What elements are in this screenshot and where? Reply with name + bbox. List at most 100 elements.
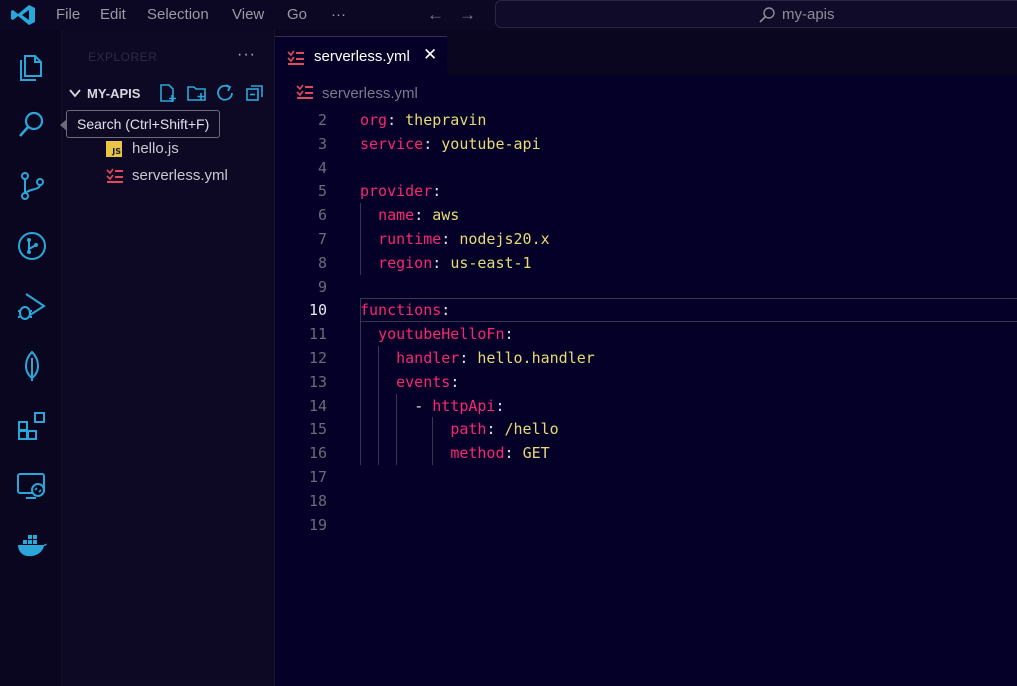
yaml-file-icon bbox=[287, 50, 304, 65]
line-number: 16 bbox=[308, 444, 327, 463]
tab-serverless-yml[interactable]: serverless.yml ✕ bbox=[275, 36, 447, 75]
line-content: region: us-east-1 bbox=[378, 253, 532, 272]
code-line[interactable]: 7 runtime: nodejs20.x bbox=[275, 227, 1017, 251]
line-number: 8 bbox=[317, 253, 327, 272]
menu-view[interactable]: View bbox=[232, 6, 264, 23]
js-file-icon: JS bbox=[106, 141, 122, 157]
line-number: 10 bbox=[308, 301, 327, 320]
line-content: path: /hello bbox=[450, 420, 559, 439]
indent-guide bbox=[396, 393, 398, 465]
docker-icon[interactable] bbox=[16, 530, 48, 562]
line-number: 13 bbox=[308, 372, 327, 391]
line-number: 19 bbox=[308, 515, 327, 534]
line-number: 18 bbox=[308, 491, 327, 510]
line-content: functions: bbox=[360, 301, 451, 320]
refresh-icon[interactable] bbox=[215, 83, 237, 103]
code-line[interactable]: 8 region: us-east-1 bbox=[275, 251, 1017, 275]
menu-selection[interactable]: Selection bbox=[147, 6, 209, 23]
file-label: hello.js bbox=[132, 140, 179, 157]
sidebar-more-button[interactable]: ··· bbox=[237, 46, 256, 64]
file-item-hello-js[interactable]: JS hello.js bbox=[62, 136, 275, 162]
line-number: 9 bbox=[317, 277, 327, 296]
code-line[interactable]: 16 method: GET bbox=[275, 441, 1017, 465]
collapse-all-icon[interactable] bbox=[244, 83, 266, 103]
extensions-icon[interactable] bbox=[16, 410, 48, 442]
indent-guide bbox=[360, 322, 361, 465]
command-center[interactable]: my-apis bbox=[495, 0, 1017, 28]
code-line[interactable]: 3 service: youtube-api bbox=[275, 132, 1017, 156]
editor-area: serverless.yml ✕ serverless.yml 2 org: th… bbox=[275, 30, 1017, 686]
folder-header[interactable]: MY-APIS bbox=[62, 80, 275, 106]
code-line[interactable]: 12 handler: hello.handler bbox=[275, 346, 1017, 370]
code-line[interactable]: 17 bbox=[275, 465, 1017, 489]
file-label: serverless.yml bbox=[132, 167, 228, 184]
remote-explorer-icon[interactable] bbox=[16, 470, 48, 502]
line-number: 14 bbox=[308, 396, 327, 415]
chevron-down-icon bbox=[69, 89, 81, 98]
line-number: 17 bbox=[308, 468, 327, 486]
line-content: handler: hello.handler bbox=[396, 349, 595, 367]
line-number: 6 bbox=[317, 206, 327, 225]
breadcrumb: serverless.yml bbox=[275, 82, 1017, 104]
line-number: 11 bbox=[308, 325, 327, 344]
line-content: service: youtube-api bbox=[360, 134, 541, 153]
code-line[interactable]: 13 events: bbox=[275, 370, 1017, 394]
line-number: 4 bbox=[317, 158, 327, 177]
search-icon bbox=[759, 7, 775, 23]
line-content: runtime: nodejs20.x bbox=[378, 230, 550, 248]
menu-file[interactable]: File bbox=[56, 6, 80, 23]
indent-guide bbox=[378, 346, 380, 465]
line-content: youtubeHelloFn: bbox=[378, 325, 514, 344]
code-line[interactable]: 19 bbox=[275, 513, 1017, 537]
command-center-label: my-apis bbox=[782, 6, 835, 23]
menu-edit[interactable]: Edit bbox=[100, 6, 126, 23]
indent-guide bbox=[432, 417, 434, 465]
line-content: provider: bbox=[360, 182, 442, 201]
tab-bar: serverless.yml ✕ bbox=[275, 30, 1017, 75]
line-number: 2 bbox=[317, 111, 327, 129]
current-line-highlight bbox=[360, 298, 1017, 323]
search-icon[interactable] bbox=[16, 109, 48, 141]
menu-more[interactable]: ··· bbox=[331, 6, 346, 23]
code-line[interactable]: 18 bbox=[275, 489, 1017, 513]
close-icon[interactable]: ✕ bbox=[423, 45, 437, 65]
mongodb-leaf-icon[interactable] bbox=[16, 350, 48, 382]
title-bar: File Edit Selection View Go ··· ← → my-a… bbox=[0, 0, 1017, 30]
code-line[interactable]: 6 name: aws bbox=[275, 203, 1017, 227]
search-tooltip: Search (Ctrl+Shift+F) bbox=[59, 110, 221, 138]
yaml-file-icon bbox=[106, 168, 123, 183]
menu-go[interactable]: Go bbox=[287, 6, 307, 23]
forward-arrow-icon[interactable]: → bbox=[459, 5, 476, 25]
line-content: method: GET bbox=[450, 444, 550, 463]
code-line[interactable]: 9 bbox=[275, 275, 1017, 299]
line-content: - httpApi: bbox=[414, 396, 505, 415]
sidebar-title: EXPLORER bbox=[88, 50, 158, 64]
explorer-icon[interactable] bbox=[16, 50, 48, 82]
code-line[interactable]: 5 provider: bbox=[275, 179, 1017, 203]
line-number: 5 bbox=[317, 182, 327, 201]
new-folder-icon[interactable] bbox=[186, 83, 208, 103]
line-number: 7 bbox=[317, 230, 327, 248]
source-control-icon[interactable] bbox=[16, 170, 48, 202]
tab-label: serverless.yml bbox=[314, 48, 410, 65]
line-number: 12 bbox=[308, 349, 327, 367]
folder-name: MY-APIS bbox=[87, 86, 141, 101]
file-item-serverless-yml[interactable]: serverless.yml bbox=[62, 163, 275, 189]
line-content: name: aws bbox=[378, 206, 460, 225]
code-line[interactable]: 2 org: thepravin bbox=[275, 108, 1017, 132]
activity-bar bbox=[0, 30, 62, 686]
line-content: org: thepravin bbox=[360, 111, 487, 129]
breadcrumb-file[interactable]: serverless.yml bbox=[322, 85, 418, 102]
code-line[interactable]: 10 functions: bbox=[275, 298, 1017, 323]
run-debug-icon[interactable] bbox=[16, 290, 48, 322]
code-line[interactable]: 15 path: /hello bbox=[275, 417, 1017, 441]
vscode-logo-icon bbox=[11, 5, 35, 25]
new-file-icon[interactable] bbox=[157, 83, 179, 103]
code-line[interactable]: 14 - httpApi: bbox=[275, 394, 1017, 418]
back-arrow-icon[interactable]: ← bbox=[427, 5, 444, 25]
code-line[interactable]: 4 bbox=[275, 156, 1017, 180]
git-graph-icon[interactable] bbox=[16, 230, 48, 262]
line-content: events: bbox=[396, 372, 460, 391]
line-number: 3 bbox=[317, 134, 327, 153]
code-line[interactable]: 11 youtubeHelloFn: bbox=[275, 322, 1017, 346]
